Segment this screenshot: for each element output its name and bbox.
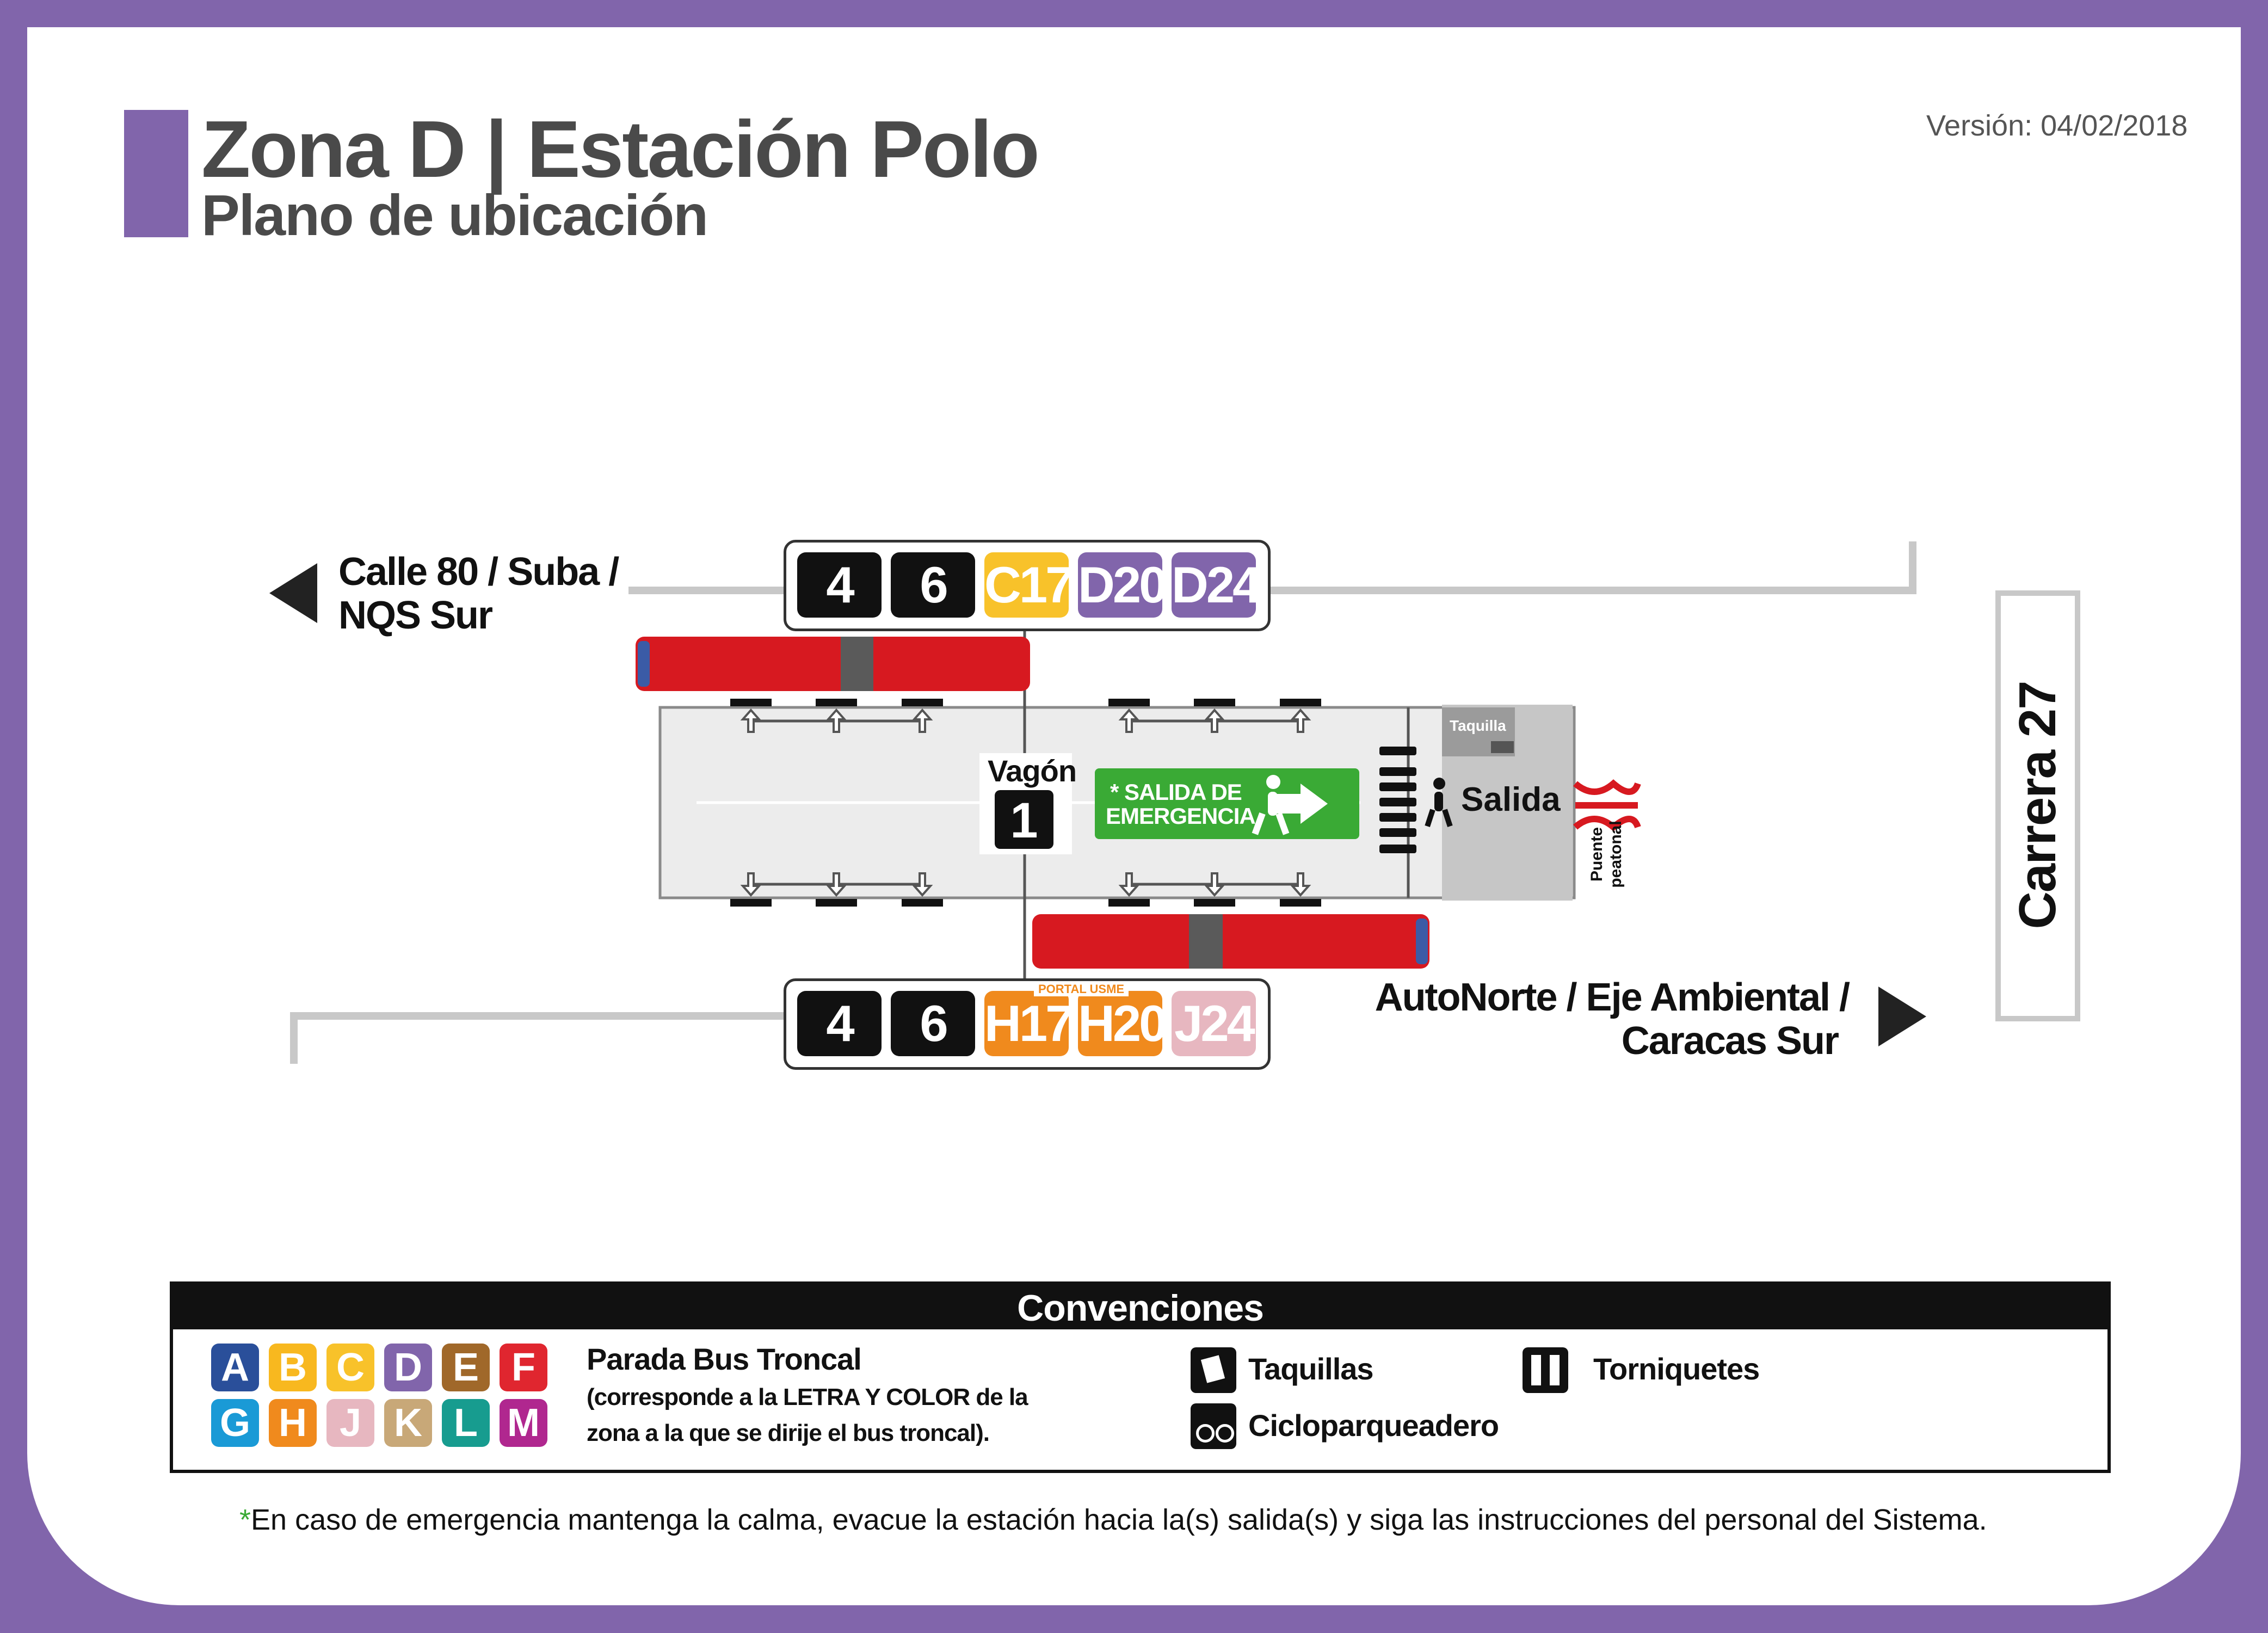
ticket-booth-window xyxy=(1491,741,1514,753)
street-label: Carrera 27 xyxy=(2008,681,2067,929)
route-badge-j24: J24 xyxy=(1172,991,1256,1056)
bus-top xyxy=(636,637,1030,691)
bus-bottom xyxy=(1032,914,1429,969)
station-map-page: Zona D | Estación Polo Plano de ubicació… xyxy=(0,0,2268,1633)
legend-taquillas: Taquillas xyxy=(1248,1352,1374,1386)
gate-bar xyxy=(816,699,857,706)
direction-west-line1: Calle 80 / Suba / xyxy=(338,550,619,594)
bridge-label-line2: peatonal xyxy=(1607,821,1625,888)
footer-note-line: *En caso de emergencia mantenga la calma… xyxy=(239,1503,1987,1537)
bicycle-icon xyxy=(1191,1403,1236,1449)
legend-title: Convenciones xyxy=(1017,1287,1264,1329)
route-badge-6: 6 xyxy=(891,991,975,1056)
zone-letter-l: L xyxy=(442,1399,490,1447)
route-box-bottom: 4 6 H17 H20 J24 PORTAL USME xyxy=(784,978,1271,1070)
gate-bar xyxy=(1280,899,1321,907)
footer-note: En caso de emergencia mantenga la calma,… xyxy=(251,1503,1987,1536)
gate-bar xyxy=(730,899,772,907)
bridge-label-line1: Puente xyxy=(1588,827,1606,882)
turnstile-legend-icon xyxy=(1523,1347,1568,1393)
route-badge-d24: D24 xyxy=(1172,552,1261,618)
route-badge-c17: C17 xyxy=(984,552,1074,618)
gate-bar xyxy=(1108,699,1150,706)
gate-bar xyxy=(1194,699,1235,706)
zone-letter-a: A xyxy=(211,1344,259,1391)
gate-bar xyxy=(1108,899,1150,907)
footer-asterisk: * xyxy=(239,1503,251,1536)
zone-letter-c: C xyxy=(326,1344,374,1391)
wagon-label: Vagón xyxy=(988,754,1077,788)
arrow-right-icon xyxy=(1878,987,1926,1046)
gate-bar xyxy=(816,899,857,907)
zone-letter-g: G xyxy=(211,1399,259,1447)
route-badge-h20: H20 xyxy=(1078,991,1167,1056)
legend-torniquetes: Torniquetes xyxy=(1593,1352,1760,1386)
zone-letter-f: F xyxy=(500,1344,547,1391)
taquilla-label: Taquilla xyxy=(1450,717,1506,734)
wagon-number: 1 xyxy=(1010,793,1038,848)
bus-stop-desc1: (corresponde a la LETRA Y COLOR de la xyxy=(587,1384,1028,1410)
emergency-line2: EMERGENCIA xyxy=(1106,803,1256,829)
route-badge-4: 4 xyxy=(797,552,882,618)
zone-letter-b: B xyxy=(269,1344,317,1391)
wagon-label-box: Vagón 1 xyxy=(979,753,1077,854)
exit-label: Salida xyxy=(1461,781,1561,818)
zone-letter-h: H xyxy=(269,1399,317,1447)
direction-east-line2: Caracas Sur xyxy=(1621,1019,1839,1063)
route-badge-4: 4 xyxy=(797,991,882,1056)
route-box-top: 4 6 C17 D20 D24 xyxy=(784,540,1271,631)
gate-bar xyxy=(902,899,943,907)
direction-west-line2: NQS Sur xyxy=(338,594,493,637)
ticket-icon xyxy=(1191,1347,1236,1393)
legend-cicloparqueadero: Cicloparqueadero xyxy=(1248,1408,1499,1443)
route-badge-d20: D20 xyxy=(1078,552,1167,618)
gate-bar xyxy=(1194,899,1235,907)
bus-stop-title: Parada Bus Troncal xyxy=(587,1342,862,1376)
portal-usme-label: PORTAL USME xyxy=(1034,982,1129,996)
zone-letter-d: D xyxy=(384,1344,432,1391)
zone-letter-e: E xyxy=(442,1344,490,1391)
emergency-line1: * SALIDA DE xyxy=(1110,779,1242,805)
gate-bar xyxy=(1280,699,1321,706)
gate-bar xyxy=(902,699,943,706)
legend-header: Convenciones xyxy=(173,1285,2107,1329)
legend-box: Convenciones ABCDEF GHJKLM Parada Bus Tr… xyxy=(170,1281,2111,1473)
bus-stop-desc2: zona a la que se dirije el bus troncal). xyxy=(587,1420,990,1446)
zone-letter-k: K xyxy=(384,1399,432,1447)
zone-letter-m: M xyxy=(500,1399,547,1447)
arrow-left-icon xyxy=(269,563,317,623)
wagon-number-badge: 1 xyxy=(995,790,1053,849)
zone-letter-j: J xyxy=(326,1399,374,1447)
route-badge-6: 6 xyxy=(891,552,975,618)
gate-bar xyxy=(730,699,772,706)
direction-east-line1: AutoNorte / Eje Ambiental / xyxy=(1375,976,1850,1019)
route-badge-h17: H17 xyxy=(984,991,1074,1056)
